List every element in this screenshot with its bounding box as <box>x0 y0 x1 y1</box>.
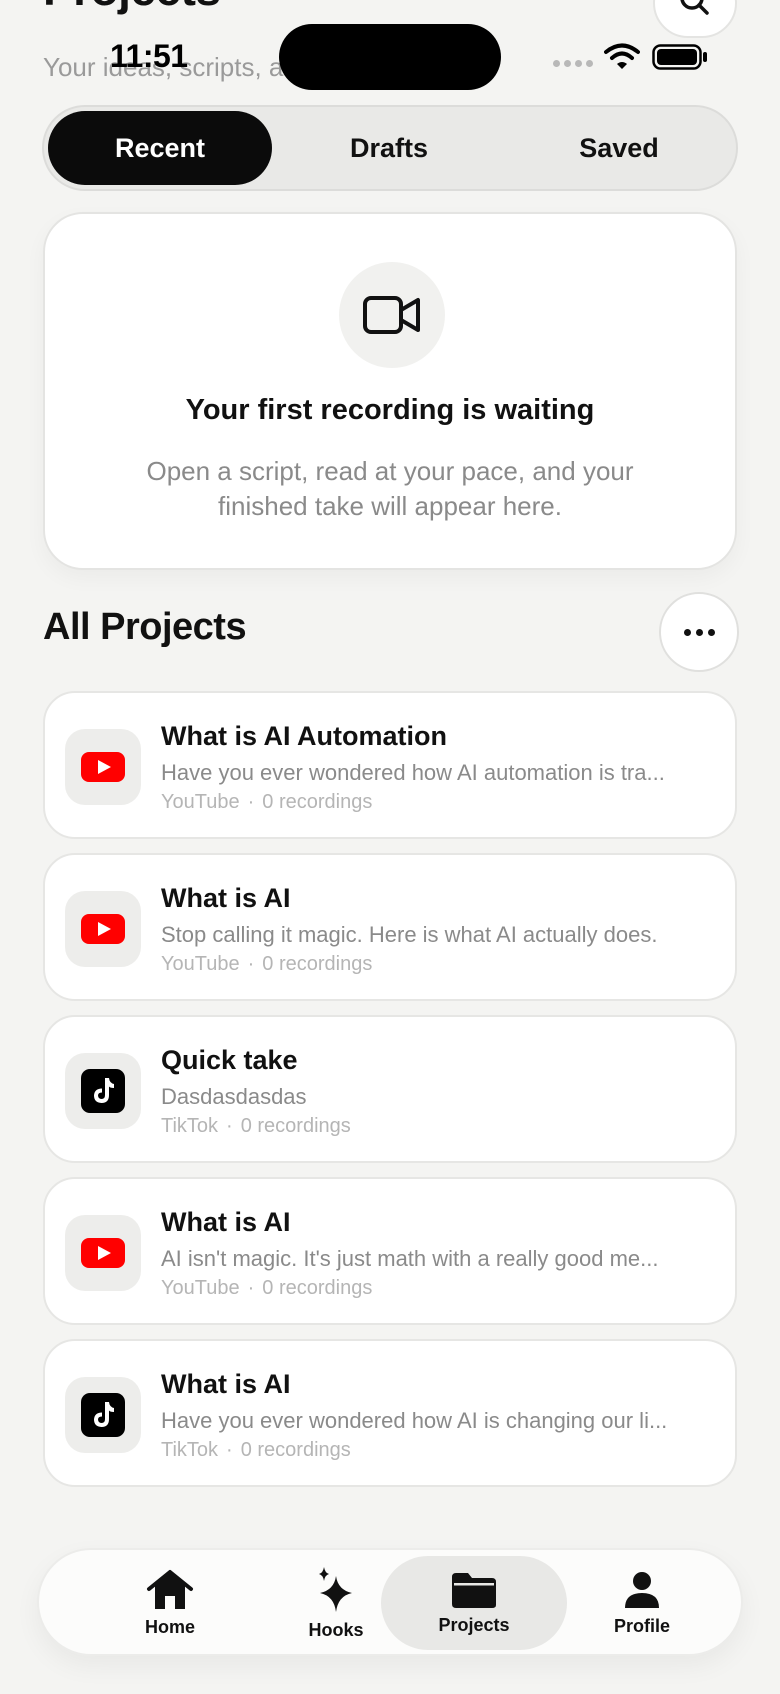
segmented-tabs: Recent Drafts Saved <box>42 105 738 191</box>
search-button[interactable] <box>653 0 737 38</box>
sparkles-icon <box>319 1566 352 1612</box>
project-title: What is AI <box>161 883 291 913</box>
nav-label: Home <box>144 1616 195 1637</box>
nav-home[interactable]: Home <box>77 1556 263 1650</box>
project-description: Have you ever wondered how AI is changin… <box>161 1408 668 1433</box>
project-recordings: 0 recordings <box>262 791 373 813</box>
home-icon <box>147 1569 193 1609</box>
youtube-icon <box>81 1238 125 1268</box>
empty-state-description: Open a script, read at your pace, and yo… <box>146 456 634 521</box>
more-options-button[interactable] <box>659 592 739 672</box>
youtube-icon <box>81 752 125 782</box>
section-title: All Projects <box>43 606 247 648</box>
dynamic-island <box>279 24 501 90</box>
platform-thumb <box>65 729 141 805</box>
project-platform: TikTok <box>161 1439 219 1461</box>
empty-icon-circle <box>339 262 445 368</box>
project-description: Dasdasdasdas <box>161 1084 307 1109</box>
project-card[interactable]: What is AI AI isn't magic. It's just mat… <box>43 1177 737 1325</box>
project-recordings: 0 recordings <box>240 1115 351 1137</box>
project-title: What is AI Automation <box>161 721 447 751</box>
person-icon <box>625 1571 659 1608</box>
search-icon <box>680 0 709 15</box>
project-card[interactable]: What is AI Automation Have you ever wond… <box>43 691 737 839</box>
video-camera-icon <box>363 296 420 334</box>
project-description: AI isn't magic. It's just math with a re… <box>161 1246 659 1271</box>
project-meta: TikTok · 0 recordings <box>161 1115 351 1137</box>
status-time: 11:51 <box>110 38 188 74</box>
tab-drafts[interactable]: Drafts <box>272 111 506 185</box>
ellipsis-icon <box>683 628 691 636</box>
project-card[interactable]: Quick take Dasdasdasdas TikTok · 0 recordi… <box>43 1015 737 1163</box>
project-platform: YouTube <box>161 1277 240 1299</box>
project-meta: YouTube · 0 recordings <box>161 953 373 975</box>
tiktok-icon <box>81 1393 125 1437</box>
nav-profile[interactable]: Profile <box>549 1556 735 1650</box>
project-card[interactable]: What is AI Have you ever wondered how AI… <box>43 1339 737 1487</box>
project-title: What is AI <box>161 1369 291 1399</box>
empty-state-title: Your first recording is waiting <box>185 394 595 426</box>
nav-label: Profile <box>613 1615 670 1636</box>
project-meta: YouTube · 0 recordings <box>161 791 373 813</box>
project-recordings: 0 recordings <box>240 1439 351 1461</box>
tiktok-icon <box>81 1069 125 1113</box>
project-title: What is AI <box>161 1207 291 1237</box>
nav-projects[interactable]: Projects <box>381 1556 567 1650</box>
page-title: Projects <box>43 0 221 16</box>
project-description: Stop calling it magic. Here is what AI a… <box>161 922 658 947</box>
bottom-tab-bar: Home Hooks Projects Profile <box>37 1548 743 1656</box>
tab-recent[interactable]: Recent <box>48 111 272 185</box>
wifi-icon <box>604 43 640 69</box>
cellular-signal-icon <box>553 60 593 67</box>
folder-icon <box>452 1572 496 1608</box>
project-platform: YouTube <box>161 953 240 975</box>
project-meta: TikTok · 0 recordings <box>161 1439 351 1461</box>
tab-saved[interactable]: Saved <box>506 111 732 185</box>
project-recordings: 0 recordings <box>262 953 373 975</box>
project-platform: TikTok <box>161 1115 219 1137</box>
project-description: Have you ever wondered how AI automation… <box>161 760 665 785</box>
empty-state-card: Your first recording is waiting Open a s… <box>43 212 737 570</box>
platform-thumb <box>65 1053 141 1129</box>
project-title: Quick take <box>161 1045 298 1075</box>
platform-thumb <box>65 1215 141 1291</box>
platform-thumb <box>65 891 141 967</box>
youtube-icon <box>81 914 125 944</box>
project-meta: YouTube · 0 recordings <box>161 1277 373 1299</box>
project-recordings: 0 recordings <box>262 1277 373 1299</box>
nav-label: Hooks <box>308 1619 364 1640</box>
platform-thumb <box>65 1377 141 1453</box>
project-list: What is AI Automation Have you ever wond… <box>43 691 737 1501</box>
projects-screen: Projects Your ideas, scripts, and takes … <box>0 0 780 1694</box>
nav-label: Projects <box>438 1614 510 1635</box>
project-card[interactable]: What is AI Stop calling it magic. Here i… <box>43 853 737 1001</box>
battery-icon <box>652 44 707 70</box>
project-platform: YouTube <box>161 791 240 813</box>
